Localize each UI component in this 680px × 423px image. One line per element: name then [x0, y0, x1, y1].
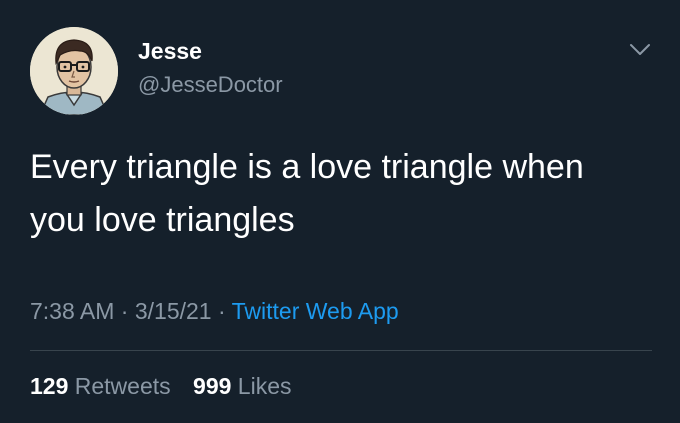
tweet-date[interactable]: 3/15/21 — [135, 298, 212, 324]
tweet-time[interactable]: 7:38 AM — [30, 298, 114, 324]
display-name[interactable]: Jesse — [138, 38, 202, 65]
user-handle[interactable]: @JesseDoctor — [138, 72, 283, 98]
tweet-metadata: 7:38 AM · 3/15/21 · Twitter Web App — [30, 298, 399, 325]
likes-count: 999 — [193, 373, 232, 399]
chevron-down-icon — [630, 44, 650, 55]
likes-label: Likes — [237, 373, 292, 399]
avatar[interactable] — [30, 27, 118, 115]
tweet-text-line-2: you love triangles — [30, 201, 295, 239]
tweet-text: Every triangle is a love triangle when y… — [30, 141, 660, 247]
divider — [30, 350, 652, 351]
tweet-text-line-1: Every triangle is a love triangle when — [30, 148, 584, 186]
tweet-card: Jesse @JesseDoctor Every triangle is a l… — [0, 0, 680, 423]
avatar-illustration — [30, 27, 118, 115]
tweet-menu-button[interactable] — [622, 36, 658, 64]
tweet-source-link[interactable]: Twitter Web App — [232, 298, 399, 324]
retweets-label: Retweets — [74, 373, 171, 399]
retweets-stat[interactable]: 129 Retweets — [30, 373, 177, 399]
tweet-stats: 129 Retweets 999 Likes — [30, 373, 308, 400]
retweets-count: 129 — [30, 373, 69, 399]
meta-separator: · — [120, 298, 129, 324]
meta-separator: · — [217, 298, 226, 324]
likes-stat[interactable]: 999 Likes — [193, 373, 291, 399]
